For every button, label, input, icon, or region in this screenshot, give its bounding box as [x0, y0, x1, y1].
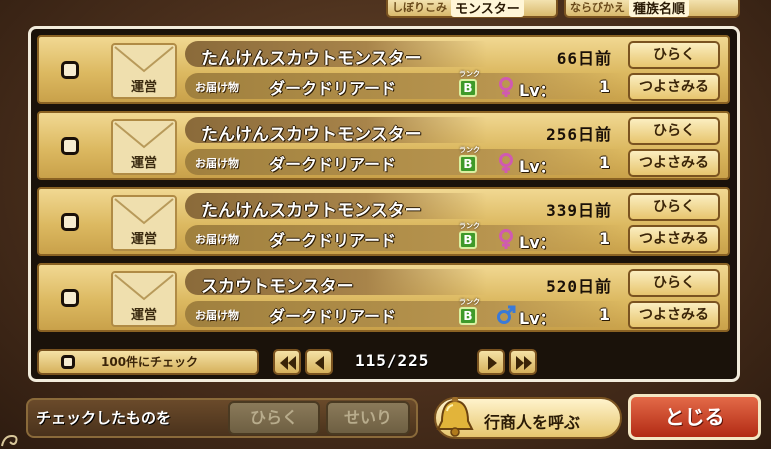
- check-100-label: 100件にチェック: [101, 355, 199, 369]
- gift-strip: [185, 149, 625, 175]
- pager-bar: 100件にチェック 115/225: [37, 349, 730, 375]
- bulk-open-button[interactable]: ひらく: [228, 401, 320, 435]
- male-icon: [497, 305, 516, 324]
- check-100-checkbox: [61, 355, 75, 369]
- level-label: Lv：: [519, 309, 556, 328]
- view-stats-button[interactable]: つよさみる: [628, 301, 720, 329]
- view-stats-button[interactable]: つよさみる: [628, 149, 720, 177]
- mail-title: たんけんスカウトモンスター: [201, 49, 422, 69]
- gift-strip: [185, 73, 625, 99]
- row-checkbox[interactable]: [61, 137, 79, 155]
- row-checkbox[interactable]: [61, 61, 79, 79]
- mail-row: 運営 たんけんスカウトモンスター 66日前お届け物 ダークドリアード ランク B Lv： 1 ひ…: [37, 35, 730, 104]
- female-icon: [499, 77, 513, 97]
- level-value: 1: [598, 77, 610, 96]
- page-indicator: 115/225: [355, 351, 430, 370]
- gift-strip: [185, 301, 625, 327]
- gift-name: ダークドリアード: [269, 79, 397, 98]
- bulk-action-label: チェックしたものを: [36, 409, 172, 427]
- rank-tag: ランク: [459, 222, 480, 230]
- mail-title: スカウトモンスター: [201, 277, 354, 297]
- level-value: 1: [598, 305, 610, 324]
- gift-name: ダークドリアード: [269, 155, 397, 174]
- envelope-icon: 運営: [111, 119, 177, 175]
- open-button[interactable]: ひらく: [628, 193, 720, 221]
- sender-label: 運営: [130, 156, 157, 171]
- first-page-button[interactable]: [273, 349, 301, 375]
- view-stats-button[interactable]: つよさみる: [628, 225, 720, 253]
- mail-title: たんけんスカウトモンスター: [201, 125, 422, 145]
- open-button[interactable]: ひらく: [628, 41, 720, 69]
- mail-row: 運営 たんけんスカウトモンスター 339日前お届け物 ダークドリアード ランク B Lv： 1…: [37, 187, 730, 256]
- bottom-action-bar: チェックしたものを ひらく せいり 行商人を呼ぶ とじる: [0, 388, 771, 449]
- double-arrow-right-icon: [516, 356, 532, 370]
- narrow-filter-value: モンスター: [451, 0, 524, 17]
- envelope-icon: 運営: [111, 271, 177, 327]
- level-label: Lv：: [519, 81, 556, 100]
- rank-tag: ランク: [459, 70, 480, 78]
- gift-label: お届け物: [195, 233, 239, 246]
- call-merchant-label: 行商人を呼ぶ: [484, 413, 581, 432]
- close-button[interactable]: とじる: [628, 394, 761, 440]
- sort-value: 種族名順: [629, 0, 690, 17]
- arrow-right-icon: [488, 356, 497, 370]
- rank-badge: B: [459, 155, 477, 173]
- rank-badge: B: [459, 231, 477, 249]
- mail-date: 256日前: [546, 125, 612, 144]
- female-icon: [499, 153, 513, 173]
- mail-title: たんけんスカウトモンスター: [201, 201, 422, 221]
- narrow-filter-label: しぼりこみ: [392, 1, 447, 14]
- rank-badge: B: [459, 79, 477, 97]
- female-icon: [499, 229, 513, 249]
- corner-ornament-icon: [1, 434, 18, 447]
- mail-row: 運営 たんけんスカウトモンスター 256日前お届け物 ダークドリアード ランク B Lv： 1…: [37, 111, 730, 180]
- bell-icon: [436, 397, 474, 437]
- row-checkbox[interactable]: [61, 213, 79, 231]
- gift-label: お届け物: [195, 81, 239, 94]
- gift-strip: [185, 225, 625, 251]
- level-value: 1: [598, 229, 610, 248]
- rank-badge: B: [459, 307, 477, 325]
- rank-tag: ランク: [459, 146, 480, 154]
- view-stats-button[interactable]: つよさみる: [628, 73, 720, 101]
- mail-date: 520日前: [546, 277, 612, 296]
- sender-label: 運営: [130, 308, 157, 323]
- envelope-icon: 運営: [111, 43, 177, 99]
- envelope-icon: 運営: [111, 195, 177, 251]
- row-checkbox[interactable]: [61, 289, 79, 307]
- gift-name: ダークドリアード: [269, 231, 397, 250]
- level-value: 1: [598, 153, 610, 172]
- arrow-left-icon: [315, 356, 324, 370]
- rank-tag: ランク: [459, 298, 480, 306]
- gift-label: お届け物: [195, 309, 239, 322]
- mail-list-panel: 運営 たんけんスカウトモンスター 66日前 お届け物 ダークドリアード ランク B Lv： 1 ひ…: [28, 26, 740, 382]
- sort-button[interactable]: ならびかえ 種族名順: [564, 0, 740, 18]
- check-100-button[interactable]: 100件にチェック: [37, 349, 259, 375]
- call-merchant-button[interactable]: 行商人を呼ぶ: [434, 397, 622, 439]
- level-label: Lv：: [519, 233, 556, 252]
- last-page-button[interactable]: [509, 349, 537, 375]
- mail-date: 66日前: [556, 49, 612, 68]
- mail-date: 339日前: [546, 201, 612, 220]
- gift-label: お届け物: [195, 157, 239, 170]
- prev-page-button[interactable]: [305, 349, 333, 375]
- open-button[interactable]: ひらく: [628, 269, 720, 297]
- gift-name: ダークドリアード: [269, 307, 397, 326]
- mail-row: 運営 スカウトモンスター 520日前お届け物 ダークドリアード ランク B Lv： 1 ひらくつ…: [37, 263, 730, 332]
- top-filter-bar: しぼりこみ モンスター ならびかえ 種族名順: [0, 0, 771, 22]
- narrow-filter-button[interactable]: しぼりこみ モンスター: [386, 0, 558, 18]
- double-arrow-left-icon: [280, 356, 296, 370]
- bulk-discard-button[interactable]: せいり: [326, 401, 410, 435]
- next-page-button[interactable]: [477, 349, 505, 375]
- sender-label: 運営: [130, 80, 157, 95]
- sender-label: 運営: [130, 232, 157, 247]
- level-label: Lv：: [519, 157, 556, 176]
- sort-label: ならびかえ: [570, 1, 625, 14]
- open-button[interactable]: ひらく: [628, 117, 720, 145]
